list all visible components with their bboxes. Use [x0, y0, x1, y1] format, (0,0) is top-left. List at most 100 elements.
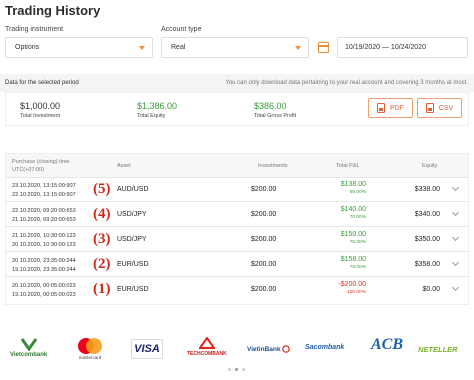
total-equity-value: $1,386.00 [137, 101, 178, 111]
summary-header: Data for the selected period You can onl… [0, 74, 474, 92]
row-marker: (4) [93, 206, 111, 222]
vietinbank-icon [282, 345, 291, 353]
closing-time: 20.10.2020, 23:35:00:244 [12, 258, 76, 264]
row-dates: 20.10.2020, 00:05:00:023 19.10.2020, 00:… [12, 282, 76, 300]
chevron-down-icon[interactable] [451, 258, 460, 267]
pnl-amount: $140.00 [340, 206, 366, 213]
closing-time: 22.10.2020, 09:20:00:653 [12, 208, 76, 214]
total-investment-stat: $1,000.00 Total Investment [20, 101, 60, 119]
neteller-text: NETELLER [418, 345, 458, 354]
row-pnl: -$200.00 -100.00% [338, 281, 366, 295]
total-equity-stat: $1,386.00 Total Equity [137, 101, 177, 119]
techcombank-text: TECHCOMBANK [187, 351, 227, 357]
purchase-time: 19.10.2020, 23:35:00:244 [12, 267, 76, 273]
table-row[interactable]: 23.10.2020, 13:15:00:907 22.10.2020, 13:… [6, 178, 468, 202]
payment-logos: Vietcombank mastercard VISA TECHCOMBANK … [0, 327, 474, 380]
row-investment: $200.00 [251, 211, 277, 218]
sacombank-text: Sacombank [305, 344, 345, 351]
gross-profit-label: Total Gross Profit [254, 113, 297, 119]
pnl-percent: 75.00% [349, 240, 366, 245]
csv-button-label: CSV [438, 104, 454, 112]
row-equity: $358.00 [414, 261, 440, 268]
neteller-logo: NETELLER [418, 345, 458, 354]
summary-header-note: You can only download data pertaining to… [225, 80, 468, 86]
total-equity-label: Total Equity [137, 113, 166, 119]
carousel-dot[interactable] [228, 368, 231, 371]
row-equity: $0.00 [422, 286, 440, 293]
visa-text: VISA [134, 343, 160, 355]
account-type-select[interactable]: Real [161, 37, 309, 58]
date-range-input[interactable]: 10/19/2020 — 10/24/2020 [337, 37, 468, 58]
pnl-percent: 70.00% [349, 215, 366, 220]
investments-header: Investments [258, 163, 288, 169]
row-asset: EUR/USD [117, 286, 149, 293]
pdf-button-label: PDF [390, 104, 404, 112]
carousel-dot-active[interactable] [235, 368, 238, 371]
row-investment: $200.00 [251, 286, 277, 293]
chevron-down-icon[interactable] [451, 283, 460, 292]
gross-profit-value: $386.00 [254, 101, 287, 111]
acb-logo: ACB [371, 336, 403, 354]
row-marker: (3) [93, 231, 111, 247]
carousel-dots [228, 368, 245, 371]
purchase-time: 20.10.2020, 10:30:00:123 [12, 242, 76, 248]
row-dates: 22.10.2020, 09:20:00:653 21.10.2020, 09:… [12, 207, 76, 225]
table-row[interactable]: 22.10.2020, 09:20:00:653 21.10.2020, 09:… [6, 203, 468, 227]
calendar-icon[interactable] [318, 42, 329, 53]
table-row[interactable]: 21.10.2020, 10:30:00:123 20.10.2020, 10:… [6, 228, 468, 252]
mastercard-text: mastercard [78, 355, 102, 360]
purchase-time-header: Purchase (closing) time [12, 159, 70, 165]
pnl-amount: -$200.00 [338, 281, 366, 288]
vietinbank-text: VietinBank [247, 345, 281, 353]
instrument-label: Trading instrument [5, 26, 64, 33]
row-pnl: $138.00 69.00% [341, 181, 366, 195]
sacombank-logo: Sacombank [305, 344, 344, 351]
trading-history-table: Purchase (closing) time UTC(+07:00) Asse… [5, 153, 469, 305]
row-pnl: $158.00 79.00% [341, 256, 366, 270]
table-row[interactable]: 20.10.2020, 00:05:00:023 19.10.2020, 00:… [6, 278, 468, 302]
row-investment: $200.00 [251, 186, 277, 193]
account-type-label: Account type [161, 26, 202, 33]
pnl-percent: 79.00% [349, 265, 366, 270]
row-dates: 20.10.2020, 23:35:00:244 19.10.2020, 23:… [12, 257, 76, 275]
techcombank-icon [198, 337, 215, 349]
chevron-down-icon[interactable] [451, 233, 460, 242]
closing-time: 20.10.2020, 00:05:00:023 [12, 283, 76, 289]
row-asset: EUR/USD [117, 261, 149, 268]
pnl-amount: $138.00 [340, 181, 366, 188]
closing-time: 23.10.2020, 13:15:00:907 [12, 183, 76, 189]
chevron-down-icon [139, 46, 145, 50]
account-type-value: Real [171, 44, 186, 51]
csv-export-button[interactable]: CSV [417, 98, 462, 118]
table-header: Purchase (closing) time UTC(+07:00) Asse… [6, 154, 468, 178]
pnl-amount: $150.00 [340, 231, 366, 238]
page-title: Trading History [5, 3, 101, 18]
vietinbank-logo: VietinBank [247, 345, 291, 353]
chevron-down-icon[interactable] [451, 183, 460, 192]
pdf-export-button[interactable]: PDF [368, 98, 413, 118]
row-dates: 23.10.2020, 13:15:00:907 22.10.2020, 13:… [12, 182, 76, 200]
pnl-amount: $158.00 [340, 256, 366, 263]
techcombank-logo: TECHCOMBANK [187, 337, 227, 357]
table-row[interactable]: 20.10.2020, 23:35:00:244 19.10.2020, 23:… [6, 253, 468, 277]
purchase-time: 22.10.2020, 13:15:00:907 [12, 192, 76, 198]
vietcombank-logo: Vietcombank [10, 337, 47, 358]
row-marker: (5) [93, 181, 111, 197]
carousel-dot[interactable] [242, 368, 245, 371]
pdf-file-icon [377, 103, 385, 113]
summary-header-title: Data for the selected period [5, 80, 79, 86]
row-investment: $200.00 [251, 236, 277, 243]
total-investment-label: Total Investment [20, 113, 61, 119]
mastercard-icon [78, 338, 102, 354]
vietcombank-icon [20, 338, 37, 351]
date-range-picker[interactable]: 10/19/2020 — 10/24/2020 [318, 37, 468, 58]
closing-time: 21.10.2020, 10:30:00:123 [12, 233, 76, 239]
chevron-down-icon[interactable] [451, 208, 460, 217]
mastercard-logo: mastercard [76, 337, 104, 360]
row-asset: USD/JPY [117, 236, 147, 243]
row-equity: $350.00 [414, 236, 440, 243]
instrument-value: Options [15, 44, 40, 51]
row-dates: 21.10.2020, 10:30:00:123 20.10.2020, 10:… [12, 232, 76, 250]
instrument-select[interactable]: Options [5, 37, 153, 58]
timezone-header: UTC(+07:00) [12, 167, 44, 173]
